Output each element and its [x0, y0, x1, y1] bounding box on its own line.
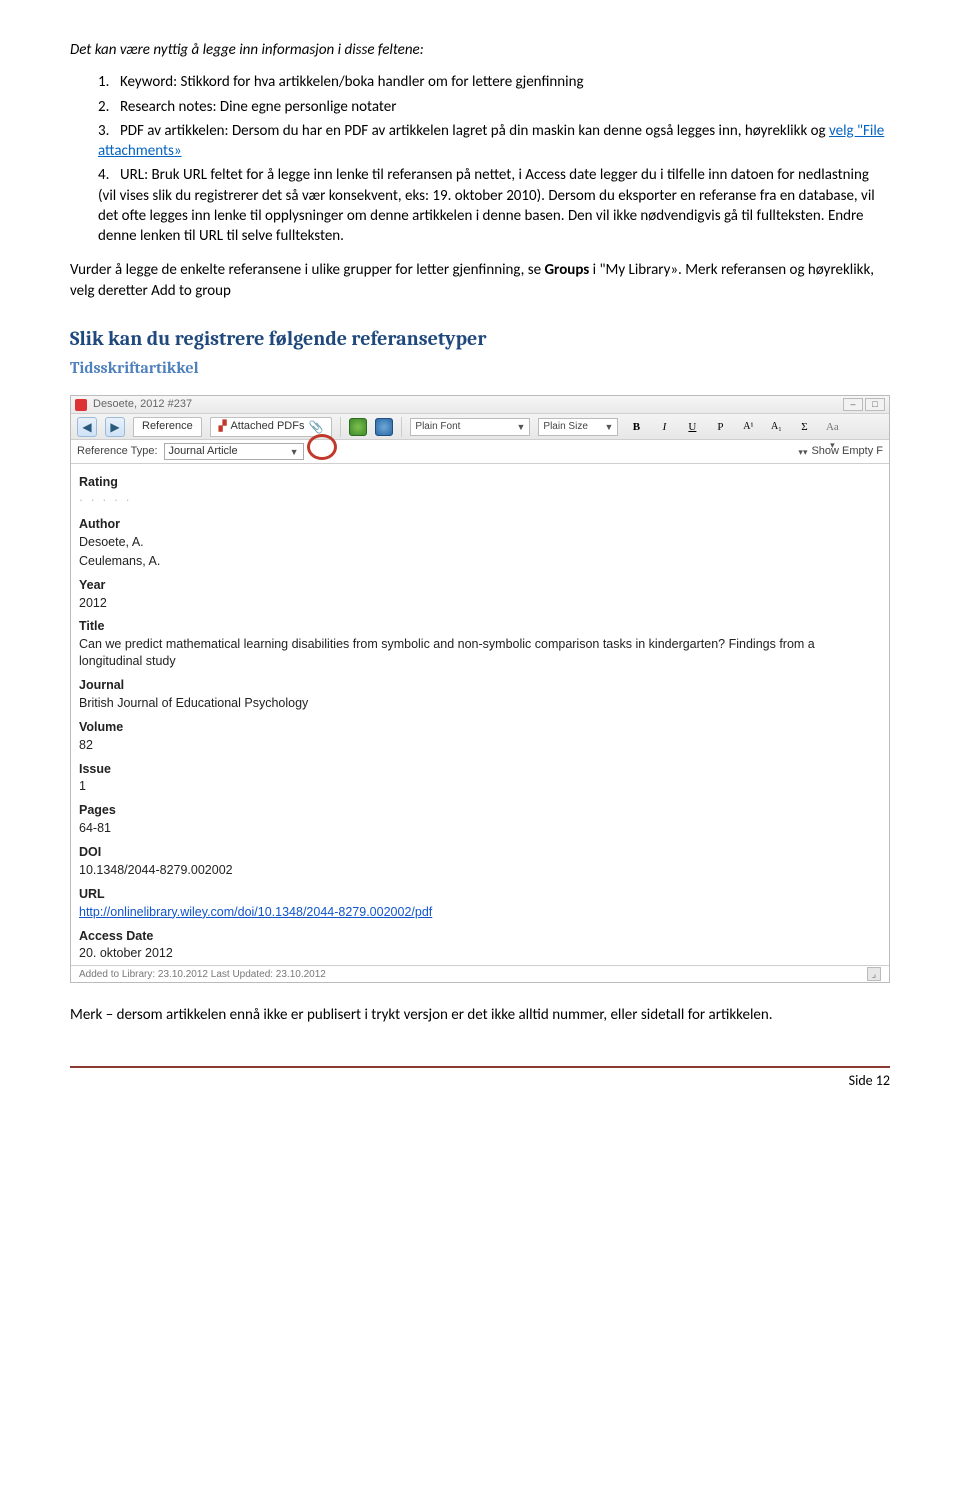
- show-empty-toggle[interactable]: ▾▾ Show Empty F: [798, 444, 883, 459]
- plain-button[interactable]: P: [710, 418, 730, 436]
- app-icon: [75, 399, 87, 411]
- field-value-author[interactable]: Desoete, A.: [79, 533, 881, 552]
- scroll-handle[interactable]: ⌟: [867, 967, 881, 981]
- font-size-dropdown[interactable]: Plain Size ▼: [538, 418, 618, 436]
- field-value-rating[interactable]: · · · · ·: [79, 491, 881, 510]
- tab-label: Reference: [142, 419, 193, 434]
- heading-journal-article: Tidsskriftartikkel: [70, 358, 890, 380]
- chevron-down-icon: ▼: [290, 446, 299, 458]
- field-label-journal: Journal: [79, 677, 881, 694]
- window-buttons: – □: [843, 398, 885, 411]
- chevron-down-icon: ▼: [604, 421, 613, 433]
- dropdown-value: Journal Article: [169, 444, 238, 459]
- heading-register-types: Slik kan du registrere følgende referans…: [70, 325, 890, 352]
- pdf-icon: ▞: [219, 420, 227, 434]
- list-text: Research notes: Dine egne personlige not…: [120, 98, 396, 116]
- list-number: 1.: [98, 72, 120, 92]
- case-button[interactable]: Aa ▾: [822, 418, 842, 436]
- field-label-volume: Volume: [79, 719, 881, 736]
- field-value-journal[interactable]: British Journal of Educational Psycholog…: [79, 694, 881, 713]
- list-number: 3.: [98, 121, 120, 141]
- separator: [401, 417, 402, 437]
- field-value-access-date[interactable]: 20. oktober 2012: [79, 944, 881, 963]
- field-label-title: Title: [79, 618, 881, 635]
- field-value-year[interactable]: 2012: [79, 594, 881, 613]
- groups-paragraph: Vurder å legge de enkelte referansene i …: [70, 260, 890, 301]
- field-label-author: Author: [79, 516, 881, 533]
- field-value-issue[interactable]: 1: [79, 777, 881, 796]
- field-value-volume[interactable]: 82: [79, 736, 881, 755]
- dropdown-value: Plain Font: [415, 420, 460, 434]
- maximize-button[interactable]: □: [865, 398, 885, 411]
- chevron-down-icon: ▼: [516, 421, 525, 433]
- tab-attached-pdfs[interactable]: ▞Attached PDFs 📎: [210, 417, 333, 437]
- list-item: 4.URL: Bruk URL feltet for å legge inn l…: [98, 165, 890, 246]
- statusbar-text: Added to Library: 23.10.2012 Last Update…: [79, 968, 326, 982]
- list-text: Keyword: Stikkord for hva artikkelen/bok…: [120, 73, 584, 91]
- underline-button[interactable]: U: [682, 418, 702, 436]
- reference-fields: Rating · · · · · Author Desoete, A. Ceul…: [71, 464, 889, 965]
- para-text: Vurder å legge de enkelte referansene i …: [70, 261, 545, 279]
- tab-reference[interactable]: Reference: [133, 417, 202, 437]
- minimize-button[interactable]: –: [843, 398, 863, 411]
- bold-button[interactable]: B: [626, 418, 646, 436]
- show-empty-label: Show Empty F: [811, 444, 883, 459]
- field-label-url: URL: [79, 886, 881, 903]
- field-value-url[interactable]: http://onlinelibrary.wiley.com/doi/10.13…: [79, 903, 881, 922]
- groups-label: Groups: [545, 261, 590, 279]
- field-label-access-date: Access Date: [79, 928, 881, 945]
- field-label-rating: Rating: [79, 474, 881, 491]
- reference-type-bar: Reference Type: Journal Article ▼ ▾▾ Sho…: [71, 440, 889, 464]
- reference-type-label: Reference Type:: [77, 444, 158, 459]
- list-item: 1.Keyword: Stikkord for hva artikkelen/b…: [98, 72, 890, 92]
- font-name-dropdown[interactable]: Plain Font ▼: [410, 418, 530, 436]
- open-link-icon[interactable]: [375, 418, 393, 436]
- list-text: URL: Bruk URL feltet for å legge inn len…: [98, 166, 875, 245]
- forward-button[interactable]: ▶: [105, 417, 125, 437]
- intro-line: Det kan være nyttig å legge inn informas…: [70, 40, 890, 60]
- field-value-title[interactable]: Can we predict mathematical learning dis…: [79, 635, 881, 671]
- toolbar: ◀ ▶ Reference ▞Attached PDFs 📎 Plain Font…: [71, 414, 889, 440]
- italic-button[interactable]: I: [654, 418, 674, 436]
- window-titlebar: Desoete, 2012 #237 – □: [71, 396, 889, 414]
- field-value-doi[interactable]: 10.1348/2044-8279.002002: [79, 861, 881, 880]
- field-value-author[interactable]: Ceulemans, A.: [79, 552, 881, 571]
- window-statusbar: Added to Library: 23.10.2012 Last Update…: [71, 965, 889, 982]
- list-number: 2.: [98, 97, 120, 117]
- list-number: 4.: [98, 165, 120, 185]
- closing-paragraph: Merk – dersom artikkelen ennå ikke er pu…: [70, 1005, 890, 1025]
- chevron-icon: ▾▾: [798, 446, 807, 458]
- back-button[interactable]: ◀: [77, 417, 97, 437]
- field-value-pages[interactable]: 64-81: [79, 819, 881, 838]
- reference-type-dropdown[interactable]: Journal Article ▼: [164, 443, 304, 460]
- symbol-button[interactable]: Σ: [794, 418, 814, 436]
- globe-icon[interactable]: [349, 418, 367, 436]
- field-label-doi: DOI: [79, 844, 881, 861]
- field-label-year: Year: [79, 577, 881, 594]
- superscript-button[interactable]: A¹: [738, 418, 758, 436]
- list-item: 3.PDF av artikkelen: Dersom du har en PD…: [98, 121, 890, 162]
- separator: [340, 417, 341, 437]
- endnote-window: Desoete, 2012 #237 – □ ◀ ▶ Reference ▞At…: [70, 395, 890, 983]
- dropdown-value: Plain Size: [543, 420, 587, 434]
- field-label-issue: Issue: [79, 761, 881, 778]
- numbered-list: 1.Keyword: Stikkord for hva artikkelen/b…: [98, 72, 890, 246]
- window-title: Desoete, 2012 #237: [93, 397, 192, 412]
- field-label-pages: Pages: [79, 802, 881, 819]
- page-number: Side 12: [849, 1072, 890, 1089]
- page-footer: Side 12: [70, 1066, 890, 1091]
- tab-label: Attached PDFs: [230, 419, 304, 434]
- subscript-button[interactable]: A₁: [766, 418, 786, 436]
- list-item: 2.Research notes: Dine egne personlige n…: [98, 97, 890, 117]
- paperclip-icon: 📎: [308, 419, 323, 435]
- list-text: PDF av artikkelen: Dersom du har en PDF …: [120, 122, 829, 140]
